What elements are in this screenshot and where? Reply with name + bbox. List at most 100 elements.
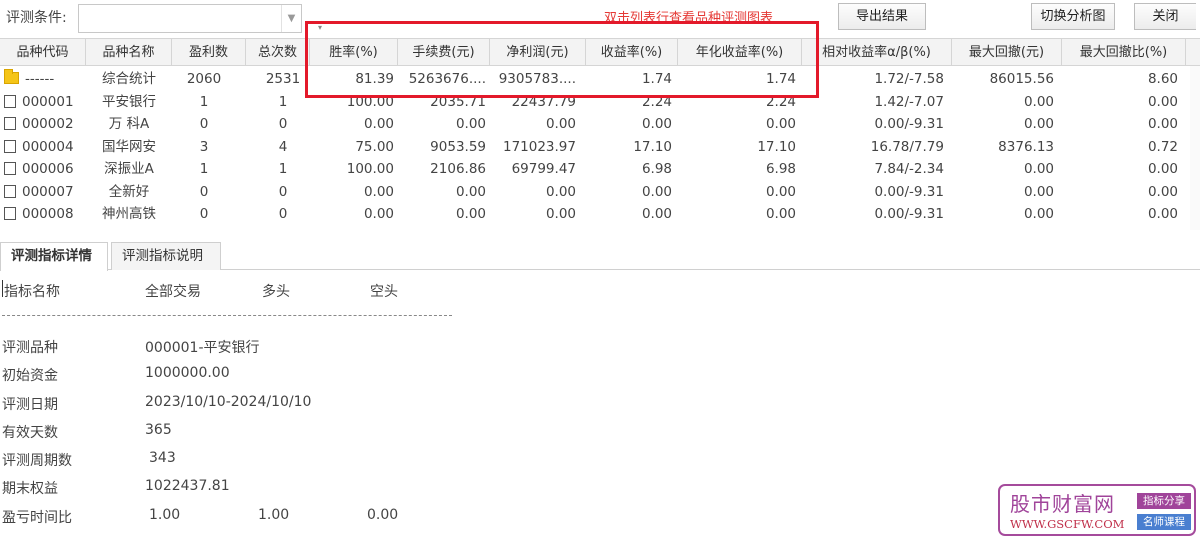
checkbox-icon[interactable] <box>4 139 16 153</box>
col-header-drawdown-ratio[interactable]: 最大回撤比(%) <box>1062 39 1186 66</box>
export-button[interactable]: 导出结果 <box>838 3 926 30</box>
watermark-url: WWW.GSCFW.COM <box>1010 517 1125 531</box>
close-button[interactable]: 关闭 <box>1134 3 1196 30</box>
sort-indicator-icon: ▾ <box>318 23 323 32</box>
cell-drawdown-ratio: 0.00 <box>1147 183 1178 200</box>
watermark-title: 股市财富网 <box>1010 492 1115 516</box>
cell-relative: 16.78/7.79 <box>870 138 944 155</box>
cell-annual: 17.10 <box>757 138 796 155</box>
cell-relative: 0.00/-9.31 <box>874 206 944 222</box>
cell-fee: 0.00 <box>455 206 486 222</box>
cell-winrate: 100.00 <box>346 161 394 177</box>
tab-metric-explain[interactable]: 评测指标说明 <box>111 242 221 270</box>
cell-fee: 5263676.... <box>408 71 486 87</box>
checkbox-icon[interactable] <box>4 117 16 130</box>
cell-code: 000007 <box>4 181 86 203</box>
detail-label: 评测日期 <box>2 397 58 413</box>
cell-code: 000006 <box>4 158 86 180</box>
col-header-name[interactable]: 品种名称 <box>86 39 172 66</box>
cell-net: 171023.97 <box>502 138 576 155</box>
checkbox-icon[interactable] <box>4 184 16 198</box>
detail-value: 343 <box>149 450 176 466</box>
cell-wins: 3 <box>199 138 209 155</box>
cell-fee: 0.00 <box>455 183 486 200</box>
cell-code: 000004 <box>4 136 86 158</box>
col-header-return[interactable]: 收益率(%) <box>586 39 678 66</box>
cell-wins: 0 <box>199 183 209 200</box>
cell-code: 000002 <box>4 113 86 135</box>
switch-chart-button[interactable]: 切换分析图 <box>1031 3 1115 30</box>
col-header-wins[interactable]: 盈利数 <box>172 39 246 66</box>
col-header-winrate[interactable]: 胜率(%) <box>310 39 398 66</box>
cell-net: 0.00 <box>545 183 576 200</box>
chevron-down-icon[interactable]: ▼ <box>281 5 301 32</box>
cell-wins: 0 <box>199 116 209 132</box>
cell-name: 万 科A <box>108 116 150 132</box>
cell-annual: 0.00 <box>765 206 796 222</box>
detail-value-short: 0.00 <box>367 507 399 523</box>
cell-drawdown: 0.00 <box>1023 183 1054 200</box>
cell-net: 0.00 <box>545 116 576 132</box>
cell-fee: 9053.59 <box>430 138 486 155</box>
cell-code: ------ <box>4 68 86 90</box>
cell-relative: 1.42/-7.07 <box>874 93 944 110</box>
cell-winrate: 0.00 <box>363 183 394 200</box>
divider <box>2 315 452 316</box>
cell-relative: 1.72/-7.58 <box>874 71 944 87</box>
col-header-relative[interactable]: 相对收益率α/β(%) <box>802 39 952 66</box>
cell-name: 国华网安 <box>102 138 156 155</box>
cell-winrate: 100.00 <box>346 93 394 110</box>
cell-return: 17.10 <box>633 138 672 155</box>
col-header-drawdown[interactable]: 最大回撤(元) <box>952 39 1062 66</box>
cell-code: 000001 <box>4 91 86 113</box>
table-row[interactable]: 000008 神州高铁 0 0 0.00 0.00 0.00 0.00 0.00… <box>0 203 1200 226</box>
col-header-total[interactable]: 总次数 <box>246 39 310 66</box>
cell-annual: 2.24 <box>765 93 796 110</box>
cell-winrate: 75.00 <box>355 138 394 155</box>
cell-net: 22437.79 <box>511 93 576 110</box>
table-row[interactable]: 000001 平安银行 1 1 100.00 2035.71 22437.79 … <box>0 91 1200 114</box>
detail-label: 初始资金 <box>2 368 58 384</box>
table-row[interactable]: ------ 综合统计 2060 2531 81.39 5263676.... … <box>0 68 1200 91</box>
grid-scrollbar[interactable] <box>1190 66 1200 230</box>
detail-label: 评测周期数 <box>2 453 72 469</box>
cell-total: 0 <box>278 116 288 132</box>
cell-winrate: 81.39 <box>355 71 394 87</box>
col-header-net[interactable]: 净利润(元) <box>490 39 586 66</box>
table-row[interactable]: 000002 万 科A 0 0 0.00 0.00 0.00 0.00 0.00… <box>0 113 1200 136</box>
cell-drawdown-ratio: 0.00 <box>1147 161 1178 177</box>
toolbar: 评测条件: ▼ ▾ 双击列表行查看品种评测图表 导出结果 切换分析图 关闭 <box>0 0 1200 38</box>
checkbox-icon[interactable] <box>4 207 16 220</box>
col-header-fee[interactable]: 手续费(元) <box>398 39 490 66</box>
condition-label: 评测条件: <box>6 10 67 26</box>
cell-drawdown-ratio: 8.60 <box>1147 71 1178 87</box>
table-row[interactable]: 000004 国华网安 3 4 75.00 9053.59 171023.97 … <box>0 136 1200 159</box>
col-header-code[interactable]: 品种代码 <box>0 39 86 66</box>
cell-annual: 1.74 <box>765 71 796 87</box>
checkbox-icon[interactable] <box>4 162 16 175</box>
detail-header-all: 全部交易 <box>145 284 201 300</box>
cell-name: 平安银行 <box>102 93 156 110</box>
result-grid[interactable]: 品种代码 品种名称 盈利数 总次数 胜率(%) 手续费(元) 净利润(元) 收益… <box>0 38 1200 230</box>
folder-icon <box>4 69 19 84</box>
table-row[interactable]: 000006 深振业A 1 1 100.00 2106.86 69799.47 … <box>0 158 1200 181</box>
checkbox-icon[interactable] <box>4 94 16 108</box>
detail-label: 盈亏时间比 <box>2 510 72 526</box>
watermark-logo: 股市财富网 WWW.GSCFW.COM 指标分享 名师课程 <box>998 484 1196 536</box>
tab-metric-details[interactable]: 评测指标详情 <box>0 242 108 271</box>
cell-return: 6.98 <box>641 161 672 177</box>
table-row[interactable]: 000007 全新好 0 0 0.00 0.00 0.00 0.00 0.00 … <box>0 181 1200 204</box>
cell-relative: 7.84/-2.34 <box>874 161 944 177</box>
cell-wins: 1 <box>199 161 209 177</box>
cell-net: 0.00 <box>545 206 576 222</box>
detail-header-metric: 指标名称 <box>4 284 60 300</box>
cell-drawdown: 8376.13 <box>998 138 1054 155</box>
hint-text: 双击列表行查看品种评测图表 <box>604 11 774 26</box>
cell-total: 0 <box>278 206 288 222</box>
cell-total: 0 <box>278 183 288 200</box>
cell-annual: 0.00 <box>765 116 796 132</box>
condition-select[interactable]: ▼ <box>78 4 302 33</box>
cell-wins: 1 <box>199 93 209 110</box>
col-header-annual[interactable]: 年化收益率(%) <box>678 39 802 66</box>
detail-tabs: 评测指标详情 评测指标说明 <box>0 240 1200 271</box>
